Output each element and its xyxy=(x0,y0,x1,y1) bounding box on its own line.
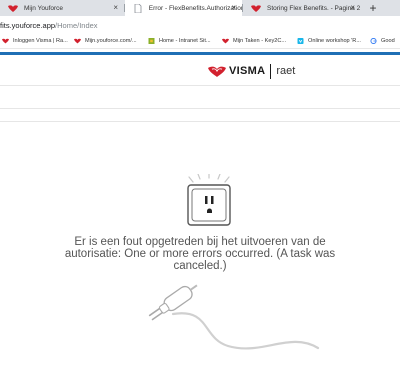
app-header: VISMA raet xyxy=(0,55,400,85)
logo-divider xyxy=(270,63,272,79)
visma-icon xyxy=(74,38,81,44)
tab-storing-flex-benefits[interactable]: Storing Flex Benefits. - Pagina 2 × xyxy=(243,0,361,16)
bookmark-mijn-youforce[interactable]: Mijn.youforce.com/... xyxy=(74,38,137,44)
tab-close-icon[interactable]: × xyxy=(231,3,236,12)
bookmark-label: Good xyxy=(381,38,395,44)
visma-icon xyxy=(251,4,261,12)
bookmark-inloggen-visma[interactable]: Inloggen Visma | Ra... xyxy=(2,38,68,44)
header-divider xyxy=(0,85,400,86)
tab-close-icon[interactable]: × xyxy=(350,3,355,12)
svg-text:v: v xyxy=(299,40,302,44)
address-host: fits.youforce.app xyxy=(0,21,56,30)
address-bar[interactable]: fits.youforce.app /Home/Index xyxy=(0,16,400,35)
visma-icon xyxy=(8,4,18,12)
unplugged-plug-icon xyxy=(140,276,320,366)
bookmark-online-workshop[interactable]: v Online workshop 'R... xyxy=(297,38,361,44)
visma-logo-icon xyxy=(208,66,226,77)
tab-error-flexbenefits[interactable]: Error - FlexBenefits.Authorization × xyxy=(125,0,242,16)
visma-raet-logo[interactable]: VISMA raet xyxy=(208,63,295,79)
tab-title: Storing Flex Benefits. - Pagina 2 xyxy=(267,4,361,12)
tab-close-icon[interactable]: × xyxy=(113,3,118,12)
bookmark-label: Mijn.youforce.com/... xyxy=(85,38,137,44)
bookmark-label: Inloggen Visma | Ra... xyxy=(13,38,68,44)
visma-icon xyxy=(222,38,229,44)
error-message: Er is een fout opgetreden bij het uitvoe… xyxy=(64,236,336,272)
bookmark-intranet[interactable]: Home - Intranet Sit... xyxy=(148,38,211,44)
bookmark-label: Online workshop 'R... xyxy=(308,38,361,44)
bookmark-mijn-taken[interactable]: Mijn Taken - Key2C... xyxy=(222,38,286,44)
page-icon xyxy=(133,3,143,13)
tab-title: Mijn Youforce xyxy=(24,4,64,12)
new-tab-button[interactable]: + xyxy=(366,0,380,16)
error-content: Er is een fout opgetreden bij het uitvoe… xyxy=(0,122,400,365)
tab-mijn-youforce[interactable]: Mijn Youforce × xyxy=(0,0,124,16)
bookmark-label: Mijn Taken - Key2C... xyxy=(233,38,287,44)
power-outlet-icon xyxy=(180,173,238,226)
browser-tab-bar: Mijn Youforce × Error - FlexBenefits.Aut… xyxy=(0,0,400,16)
logo-suffix: raet xyxy=(276,65,296,77)
sharepoint-icon xyxy=(148,38,155,44)
subheader-divider xyxy=(0,108,400,109)
visma-icon xyxy=(2,38,9,44)
bookmark-label: Home - Intranet Sit... xyxy=(159,38,211,44)
google-icon xyxy=(370,38,377,44)
vimeo-icon: v xyxy=(297,38,304,44)
address-path: /Home/Index xyxy=(55,21,98,30)
logo-wordmark: VISMA xyxy=(229,65,266,77)
bookmarks-bar: Inloggen Visma | Ra... Mijn.youforce.com… xyxy=(0,35,400,49)
bookmark-google[interactable]: Good xyxy=(370,38,395,44)
tab-title: Error - FlexBenefits.Authorization xyxy=(148,4,242,12)
